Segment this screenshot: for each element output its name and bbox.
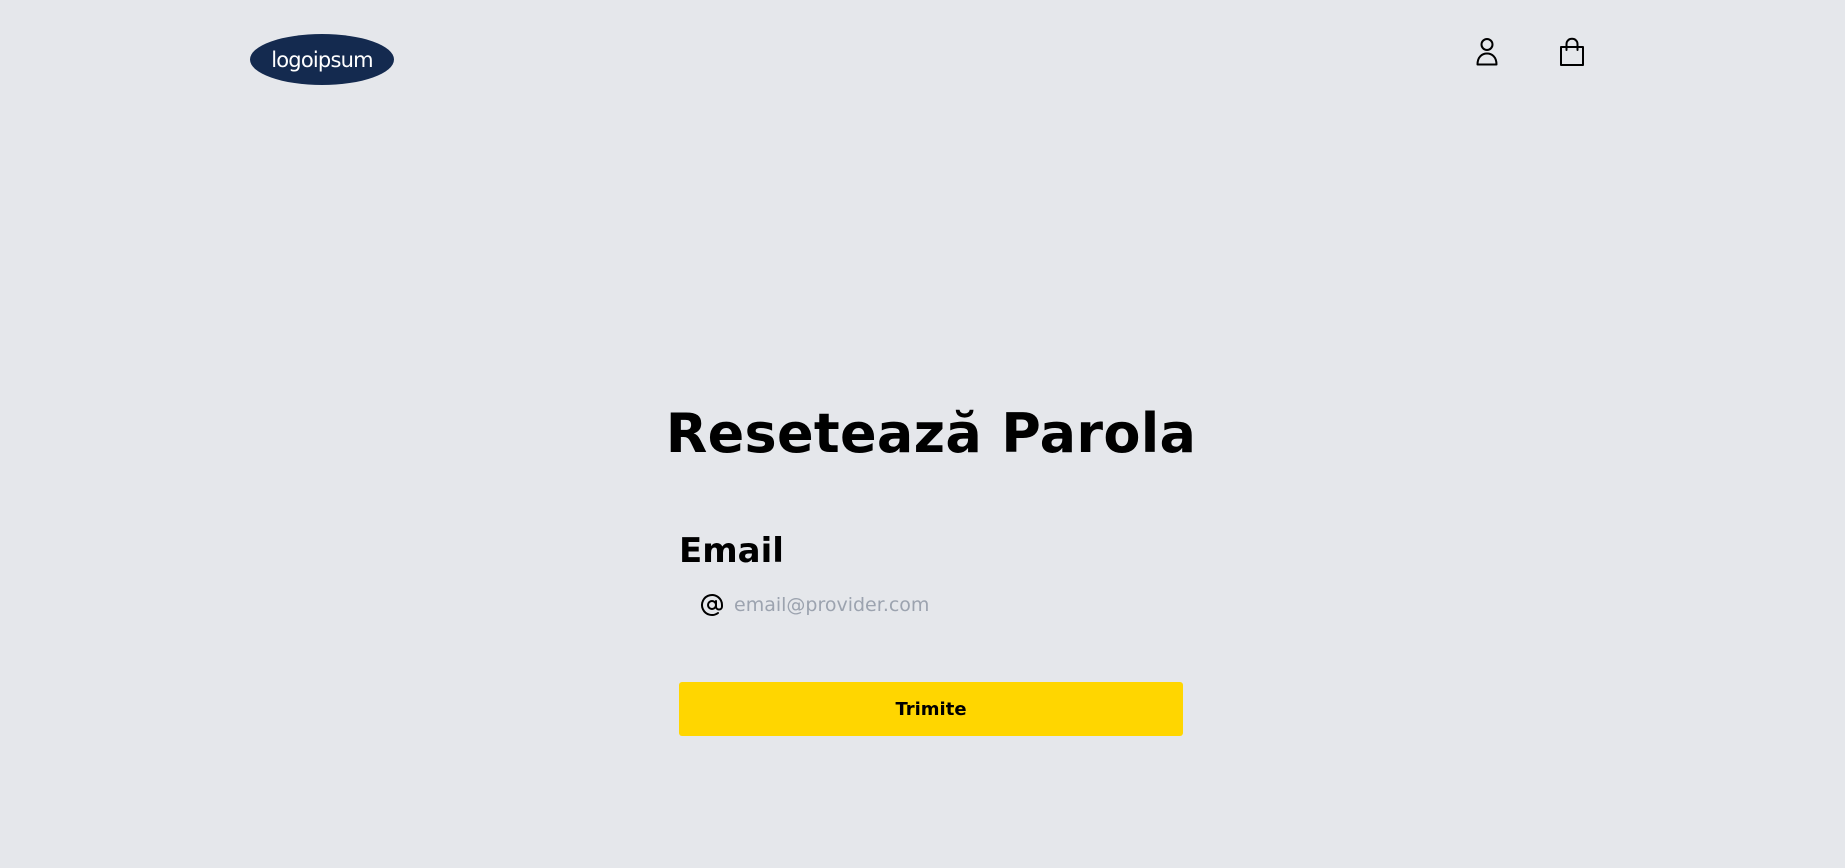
at-sign-icon: [701, 594, 723, 616]
page-title: Resetează Parola: [665, 402, 1197, 465]
logo-text: logoipsum: [271, 47, 373, 72]
user-account-icon[interactable]: [1472, 36, 1502, 68]
email-label: Email: [679, 531, 784, 571]
shopping-bag-icon[interactable]: [1557, 36, 1587, 68]
bag-icon: [1560, 37, 1584, 66]
email-field[interactable]: [679, 586, 1183, 624]
logo[interactable]: logoipsum: [250, 34, 394, 85]
submit-button[interactable]: Trimite: [679, 682, 1183, 736]
email-input[interactable]: [734, 594, 1154, 616]
user-icon: [1476, 38, 1498, 66]
